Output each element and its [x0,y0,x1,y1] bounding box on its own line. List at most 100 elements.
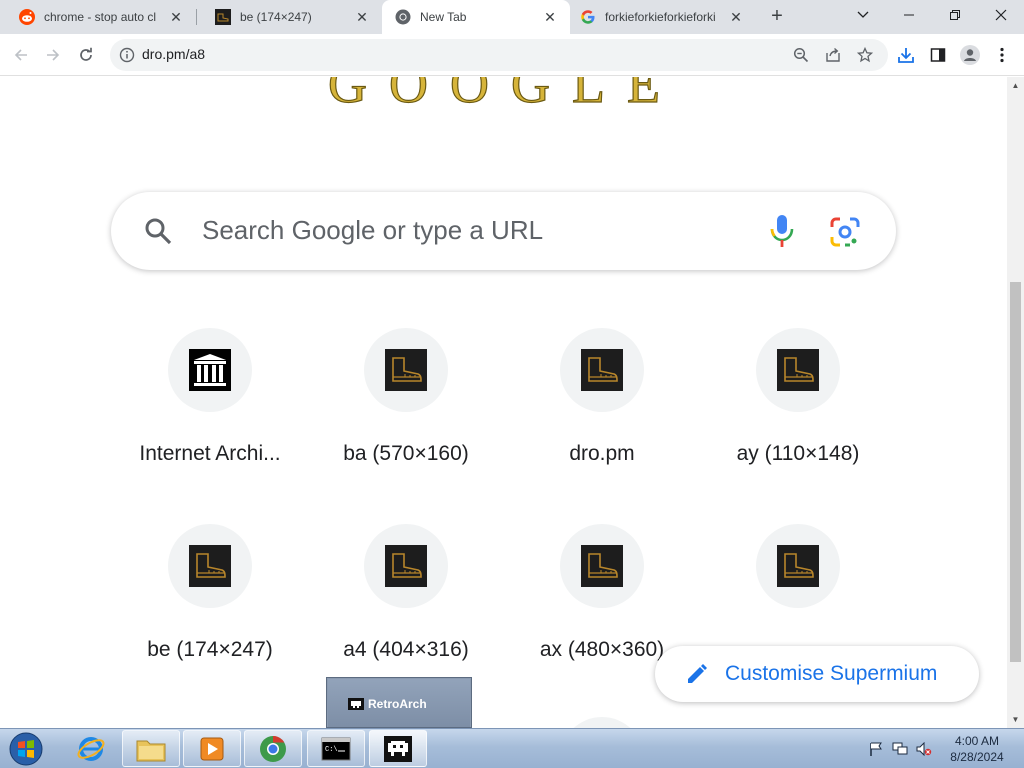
close-tab-icon[interactable]: ✕ [542,9,558,25]
reload-button[interactable] [74,43,98,67]
scrollbar-thumb[interactable] [1010,282,1021,662]
tab-label: forkieforkieforkieforki [605,10,716,24]
page-scrollbar[interactable]: ▲ ▼ [1007,77,1024,728]
shortcut-tile[interactable]: ay (110×148) [700,328,896,518]
bookmark-button[interactable] [855,45,875,65]
back-button[interactable] [9,43,33,67]
share-button[interactable] [823,45,843,65]
forward-button[interactable] [41,43,65,67]
close-window-button[interactable] [978,0,1024,30]
tab-reddit[interactable]: chrome - stop auto cl ✕ [0,0,196,34]
downloads-button[interactable] [894,43,918,67]
scroll-down-icon[interactable]: ▼ [1011,715,1020,724]
internet-archive-icon [189,349,231,391]
taskbar-retroarch[interactable] [369,730,427,767]
tab-label: be (174×247) [240,10,312,24]
taskbar-command-prompt[interactable]: C:\ [307,730,365,767]
search-icon [145,218,172,245]
popup-label: RetroArch [368,697,427,711]
zoom-button[interactable] [791,45,811,65]
taskbar-media-player[interactable] [183,730,241,767]
side-panel-button[interactable] [926,43,950,67]
shortcut-title: ba (570×160) [343,442,469,465]
tab-google-search[interactable]: forkieforkieforkieforki ✕ [570,0,756,34]
boot-image-icon [581,349,623,391]
restore-button[interactable] [932,0,978,30]
customise-button[interactable]: Customise Supermium [655,646,979,702]
tab-label: chrome - stop auto cl [44,10,157,24]
close-tab-icon[interactable]: ✕ [354,9,370,25]
tab-new-tab[interactable]: New Tab ✕ [382,0,570,34]
retroarch-icon [384,735,412,762]
reload-icon [80,47,92,61]
google-lens-icon[interactable] [829,216,861,248]
svg-text:C:\: C:\ [325,746,338,754]
retroarch-thumbnail-popup[interactable]: RetroArch [326,677,472,728]
shortcut-icon-circle [168,524,252,608]
download-icon [898,48,914,63]
clock-date: 8/28/2024 [950,750,1004,764]
minimize-button[interactable] [886,0,932,30]
info-icon[interactable] [119,47,135,63]
pencil-icon [688,664,707,683]
add-shortcut-circle[interactable] [560,717,644,728]
shortcut-icon-circle [560,328,644,412]
tab-be-image[interactable]: be (174×247) ✕ [196,0,382,34]
folder-icon [136,740,166,761]
popup-header: RetroArch [328,679,470,727]
reddit-icon [19,9,35,25]
more-vertical-icon [1000,47,1004,63]
forward-arrow-icon [47,49,60,61]
search-input[interactable]: Search Google or type a URL [202,215,543,246]
taskbar-chrome[interactable] [244,730,302,767]
shortcut-title: Internet Archi... [139,442,281,465]
shortcut-tile[interactable]: be (174×247) [112,524,308,714]
boot-image-icon [385,545,427,587]
media-player-icon [200,737,224,760]
shortcut-icon-circle [168,328,252,412]
new-tab-page: GOOGLE Search Google or type a URL Inter… [0,77,1007,728]
taskbar-file-explorer[interactable] [122,730,180,767]
volume-muted-icon[interactable] [916,742,932,756]
windows-taskbar: C:\ 4:00 AM 8/28/2024 [0,728,1024,768]
shortcut-title: be (174×247) [147,638,273,661]
shortcut-tile[interactable]: dro.pm [504,328,700,518]
clock[interactable]: 4:00 AM 8/28/2024 [937,733,1017,765]
shortcut-icon-circle [756,524,840,608]
scroll-up-icon[interactable]: ▲ [1011,81,1020,90]
browser-toolbar: dro.pm/a8 [0,34,1024,76]
shortcut-tile[interactable]: Internet Archi... [112,328,308,518]
close-tab-icon[interactable]: ✕ [168,9,184,25]
url-text[interactable]: dro.pm/a8 [142,46,205,62]
address-bar[interactable]: dro.pm/a8 [110,39,888,71]
tab-label: New Tab [420,10,467,24]
close-icon [995,9,1007,21]
taskbar-internet-explorer[interactable] [62,730,120,767]
start-button[interactable] [4,731,48,767]
boot-image-icon [385,349,427,391]
profile-button[interactable] [958,43,982,67]
avatar-icon [960,45,980,65]
command-prompt-icon: C:\ [321,737,351,760]
action-center-flag-icon[interactable] [868,742,884,756]
side-panel-icon [930,48,946,62]
shortcut-icon-circle [560,524,644,608]
close-tab-icon[interactable]: ✕ [728,9,744,25]
new-tab-button[interactable]: + [765,5,789,29]
doodle-text: GOOGLE [328,77,682,114]
back-arrow-icon [14,49,27,61]
microphone-icon[interactable] [768,214,796,248]
shortcut-title: dro.pm [569,442,635,465]
shortcut-icon-circle [364,328,448,412]
shortcut-tile[interactable]: ba (570×160) [308,328,504,518]
search-box[interactable]: Search Google or type a URL [111,192,896,270]
boot-image-icon [581,545,623,587]
restore-icon [950,10,960,20]
share-icon [826,47,840,62]
google-doodle[interactable]: GOOGLE [120,77,890,117]
chrome-icon [260,735,286,762]
network-icon[interactable] [892,742,908,756]
boot-image-icon [777,545,819,587]
menu-button[interactable] [990,43,1014,67]
tab-search-button[interactable] [840,0,886,30]
